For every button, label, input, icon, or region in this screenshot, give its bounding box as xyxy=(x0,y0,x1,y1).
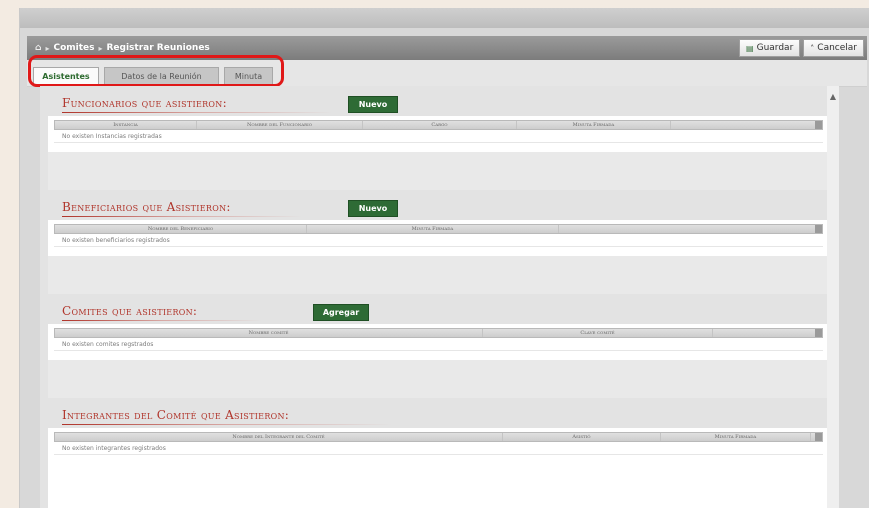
empty-message: No existen integrantes registrados xyxy=(62,445,166,452)
row-divider xyxy=(54,350,823,351)
save-button-label: Guardar xyxy=(756,43,794,53)
section-title: Beneficiarios que Asistieron: xyxy=(62,200,231,214)
row-divider xyxy=(54,454,823,455)
funcionarios-grid-header: Instancia Nombre del Funcionario Cargo M… xyxy=(54,120,823,130)
save-button[interactable]: ▤ Guardar xyxy=(739,39,801,57)
comites-grid-header: Nombre comité Clave comité xyxy=(54,328,823,338)
title-underline xyxy=(62,424,392,425)
save-icon: ▤ xyxy=(746,43,754,53)
grid-scrollbar[interactable] xyxy=(815,121,822,129)
empty-message: No existen Instancias registradas xyxy=(62,133,162,140)
column-header[interactable]: Clave comité xyxy=(483,329,713,337)
main-content: Funcionarios que asistieron: Nuevo Insta… xyxy=(40,86,827,508)
breadcrumb-item-comites[interactable]: Comites xyxy=(53,43,94,53)
row-divider xyxy=(54,142,823,143)
title-underline xyxy=(62,320,262,321)
column-header[interactable]: Minuta Firmada xyxy=(661,433,811,441)
add-funcionario-button[interactable]: Nuevo xyxy=(348,96,398,113)
section-footer xyxy=(48,360,827,398)
column-header[interactable]: Asistió xyxy=(503,433,661,441)
column-header[interactable]: Cargo xyxy=(363,121,517,129)
section-title: Comites que asistieron: xyxy=(62,304,198,318)
empty-message: No existen beneficiarios registrados xyxy=(62,237,170,244)
cancel-button[interactable]: ˄ Cancelar xyxy=(803,39,864,57)
column-header[interactable]: Nombre del Funcionario xyxy=(197,121,363,129)
scroll-up-icon[interactable]: ▲ xyxy=(827,92,839,101)
section-footer xyxy=(48,256,827,294)
row-divider xyxy=(54,246,823,247)
beneficiarios-grid-header: Nombre del Beneficiario Minuta Firmada xyxy=(54,224,823,234)
add-beneficiario-button[interactable]: Nuevo xyxy=(348,200,398,217)
column-header[interactable]: Nombre comité xyxy=(55,329,483,337)
breadcrumb-separator-icon: ▸ xyxy=(98,43,103,53)
cancel-button-label: Cancelar xyxy=(817,43,857,53)
grid-scrollbar[interactable] xyxy=(815,433,822,441)
section-title: Integrantes del Comité que Asistieron: xyxy=(62,408,290,422)
grid-scrollbar[interactable] xyxy=(815,329,822,337)
add-comite-button[interactable]: Agregar xyxy=(313,304,369,321)
column-header[interactable]: Instancia xyxy=(55,121,197,129)
cancel-icon: ˄ xyxy=(810,43,815,53)
breadcrumb: ⌂ ▸ Comites ▸ Registrar Reuniones xyxy=(27,43,210,53)
column-header[interactable]: Nombre del Beneficiario xyxy=(55,225,307,233)
column-header[interactable]: Minuta Firmada xyxy=(517,121,671,129)
section-footer xyxy=(48,152,827,190)
grid-scrollbar[interactable] xyxy=(815,225,822,233)
column-header[interactable]: Nombre del Integrante del Comité xyxy=(55,433,503,441)
section-title: Funcionarios que asistieron: xyxy=(62,96,227,110)
title-underline xyxy=(62,216,302,217)
section-funcionarios: Funcionarios que asistieron: Nuevo Insta… xyxy=(48,90,827,190)
section-comites: Comites que asistieron: Agregar Nombre c… xyxy=(48,298,827,398)
window-topbar xyxy=(20,8,869,28)
breadcrumb-separator-icon: ▸ xyxy=(45,43,50,53)
empty-message: No existen comites regstrados xyxy=(62,341,154,348)
section-beneficiarios: Beneficiarios que Asistieron: Nuevo Nomb… xyxy=(48,194,827,294)
home-icon[interactable]: ⌂ xyxy=(35,43,41,53)
column-header[interactable]: Minuta Firmada xyxy=(307,225,559,233)
integrantes-grid-header: Nombre del Integrante del Comité Asistió… xyxy=(54,432,823,442)
content-scrollbar[interactable]: ▲ xyxy=(827,86,839,508)
tab-highlight-annotation xyxy=(28,55,284,87)
section-integrantes: Integrantes del Comité que Asistieron: N… xyxy=(48,402,827,508)
title-underline xyxy=(62,112,332,113)
breadcrumb-item-registrar-reuniones: Registrar Reuniones xyxy=(106,43,210,53)
